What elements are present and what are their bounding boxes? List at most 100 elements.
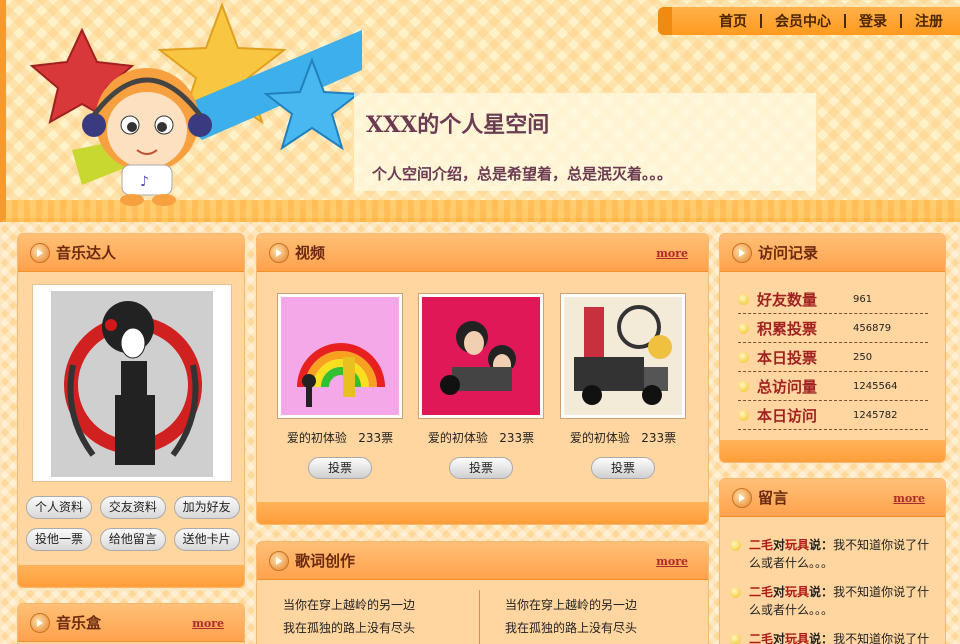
- video-thumbnail[interactable]: [277, 293, 403, 419]
- stat-value: 250: [853, 351, 873, 363]
- video-item: 爱的初体验 233票 投票: [277, 293, 403, 479]
- nav-home-link[interactable]: 首页: [706, 11, 760, 31]
- lyric-line[interactable]: 我在孤独的路上没有尽头: [505, 617, 637, 640]
- message-item: 二毛对玩具说：我不知道你说了什么或者什么。。。: [730, 583, 930, 619]
- message-to: 对: [773, 538, 786, 552]
- arrow-circle-icon: [732, 242, 752, 263]
- panel-footer: [720, 440, 945, 462]
- message-target[interactable]: 玩具: [785, 538, 809, 552]
- nav-member-center-link[interactable]: 会员中心: [762, 11, 844, 31]
- dj-thumbnail-image: [422, 297, 540, 415]
- profile-info-button[interactable]: 个人资料: [26, 496, 92, 519]
- vote-button[interactable]: 投票: [591, 457, 655, 479]
- nav-login-link[interactable]: 登录: [846, 11, 900, 31]
- video-vote-count: 233票: [358, 431, 394, 445]
- lyrics-panel: 歌词创作 more 当你在穿上越岭的另一边 我在孤独的路上没有尽头 当你在穿上越…: [256, 541, 709, 644]
- stat-row-today-votes: 本日投票 250: [738, 343, 928, 372]
- panel-title: 访问记录: [758, 244, 819, 262]
- more-link[interactable]: more: [192, 617, 224, 630]
- message-author[interactable]: 二毛: [749, 632, 773, 644]
- panel-title: 歌词创作: [295, 552, 356, 570]
- more-link[interactable]: more: [893, 492, 925, 505]
- svg-text:♪: ♪: [140, 174, 149, 190]
- bullet-icon: [730, 634, 741, 644]
- stat-label: 好友数量: [757, 290, 818, 309]
- music-talent-panel: 音乐达人 个人资料 交友资料 加为好友 投他一票 给他留言 送他卡片: [17, 233, 245, 588]
- stat-row-today-visits: 本日访问 1245782: [738, 401, 928, 430]
- message-said: 说：: [809, 632, 834, 644]
- message-item: 二毛对玩具说：我不知道你说了什么或者什么。。。: [730, 536, 930, 572]
- panel-title: 视频: [295, 244, 326, 262]
- lyric-line[interactable]: 我在孤独的路上没有尽头: [283, 617, 415, 640]
- column-divider: [479, 590, 480, 644]
- lyric-line[interactable]: 当你在穿上越岭的另一边: [505, 594, 637, 617]
- send-card-button[interactable]: 送他卡片: [173, 528, 240, 551]
- space-title-box: XXX的个人星空间 个人空间介绍，总是希望着，总是泯灭着。。。: [354, 93, 816, 191]
- add-friend-button[interactable]: 加为好友: [173, 496, 240, 519]
- music-truck-thumbnail-image: [564, 297, 682, 415]
- video-item: 爱的初体验 233票 投票: [560, 293, 686, 479]
- video-caption: 爱的初体验 233票: [277, 429, 403, 446]
- bullet-icon: [730, 587, 741, 598]
- space-title: XXX的个人星空间: [366, 112, 550, 138]
- profile-photo[interactable]: [32, 284, 232, 482]
- stat-label: 本日投票: [757, 348, 818, 367]
- panel-header: 留言 more: [720, 479, 945, 517]
- message-author[interactable]: 二毛: [749, 585, 773, 599]
- panel-header: 音乐盒 more: [18, 604, 244, 642]
- panel-title: 音乐盒: [56, 614, 102, 632]
- video-thumbnail[interactable]: [560, 293, 686, 419]
- leave-message-button[interactable]: 给他留言: [99, 528, 166, 551]
- message-item: 二毛对玩具说：我不知道你说了什么或者什么。。。: [730, 630, 930, 644]
- page-header: ♪ 首页 会员中心 登录 注册 XXX的个人星空间 个人空间介绍，总是希望着，总…: [0, 0, 960, 222]
- vote-button[interactable]: 投票: [449, 457, 513, 479]
- bullet-icon: [738, 409, 749, 421]
- message-said: 说：: [809, 538, 834, 552]
- stat-row-accumulated-votes: 积累投票 456879: [738, 314, 928, 343]
- video-vote-count: 233票: [499, 431, 535, 445]
- lyrics-column: 当你在穿上越岭的另一边 我在孤独的路上没有尽头: [505, 594, 637, 640]
- message-target[interactable]: 玩具: [785, 585, 809, 599]
- music-box-panel: 音乐盒 more: [17, 603, 245, 644]
- stat-label: 积累投票: [757, 319, 818, 338]
- lyric-line[interactable]: 当你在穿上越岭的另一边: [283, 594, 415, 617]
- video-caption: 爱的初体验 233票: [418, 429, 544, 446]
- message-author[interactable]: 二毛: [749, 538, 773, 552]
- video-thumbnail[interactable]: [418, 293, 544, 419]
- message-said: 说：: [809, 585, 834, 599]
- panel-footer: [257, 502, 708, 524]
- profile-photo-image: [51, 291, 213, 477]
- bullet-icon: [738, 293, 749, 305]
- vote-button[interactable]: 投票: [308, 457, 372, 479]
- arrow-circle-icon: [269, 242, 289, 263]
- visit-records-panel: 访问记录 好友数量 961 积累投票 456879 本日投票 250 总访问量 …: [719, 233, 946, 463]
- video-title: 爱的初体验: [427, 431, 488, 445]
- more-link[interactable]: more: [656, 247, 688, 260]
- profile-action-buttons: 个人资料 交友资料 加为好友 投他一票 给他留言 送他卡片: [26, 496, 240, 560]
- stat-value: 456879: [853, 322, 892, 334]
- stat-label: 本日访问: [757, 406, 818, 425]
- message-to: 对: [773, 632, 786, 644]
- space-description: 个人空间介绍，总是希望着，总是泯灭着。。。: [372, 165, 673, 183]
- message-text: 二毛对玩具说：我不知道你说了什么或者什么。。。: [749, 630, 930, 644]
- stat-value: 1245782: [853, 409, 898, 421]
- message-target[interactable]: 玩具: [785, 632, 809, 644]
- panel-header: 歌词创作 more: [257, 542, 708, 580]
- video-panel: 视频 more 爱的初体验 233票 投票 爱的初体验 233票 投票 爱的初体…: [256, 233, 709, 525]
- panel-title: 音乐达人: [56, 244, 117, 262]
- rainbow-music-thumbnail-image: [281, 297, 399, 415]
- bullet-icon: [730, 540, 741, 551]
- video-vote-count: 233票: [641, 431, 677, 445]
- arrow-circle-icon: [30, 242, 50, 263]
- message-to: 对: [773, 585, 786, 599]
- message-text: 二毛对玩具说：我不知道你说了什么或者什么。。。: [749, 583, 930, 619]
- vote-for-him-button[interactable]: 投他一票: [26, 528, 92, 551]
- stat-value: 961: [853, 293, 873, 305]
- stat-row-total-visits: 总访问量 1245564: [738, 372, 928, 401]
- nav-tab-notch: [658, 7, 672, 35]
- more-link[interactable]: more: [656, 555, 688, 568]
- nav-register-link[interactable]: 注册: [902, 11, 956, 31]
- bullet-icon: [738, 322, 749, 334]
- video-item: 爱的初体验 233票 投票: [418, 293, 544, 479]
- friend-info-button[interactable]: 交友资料: [99, 496, 166, 519]
